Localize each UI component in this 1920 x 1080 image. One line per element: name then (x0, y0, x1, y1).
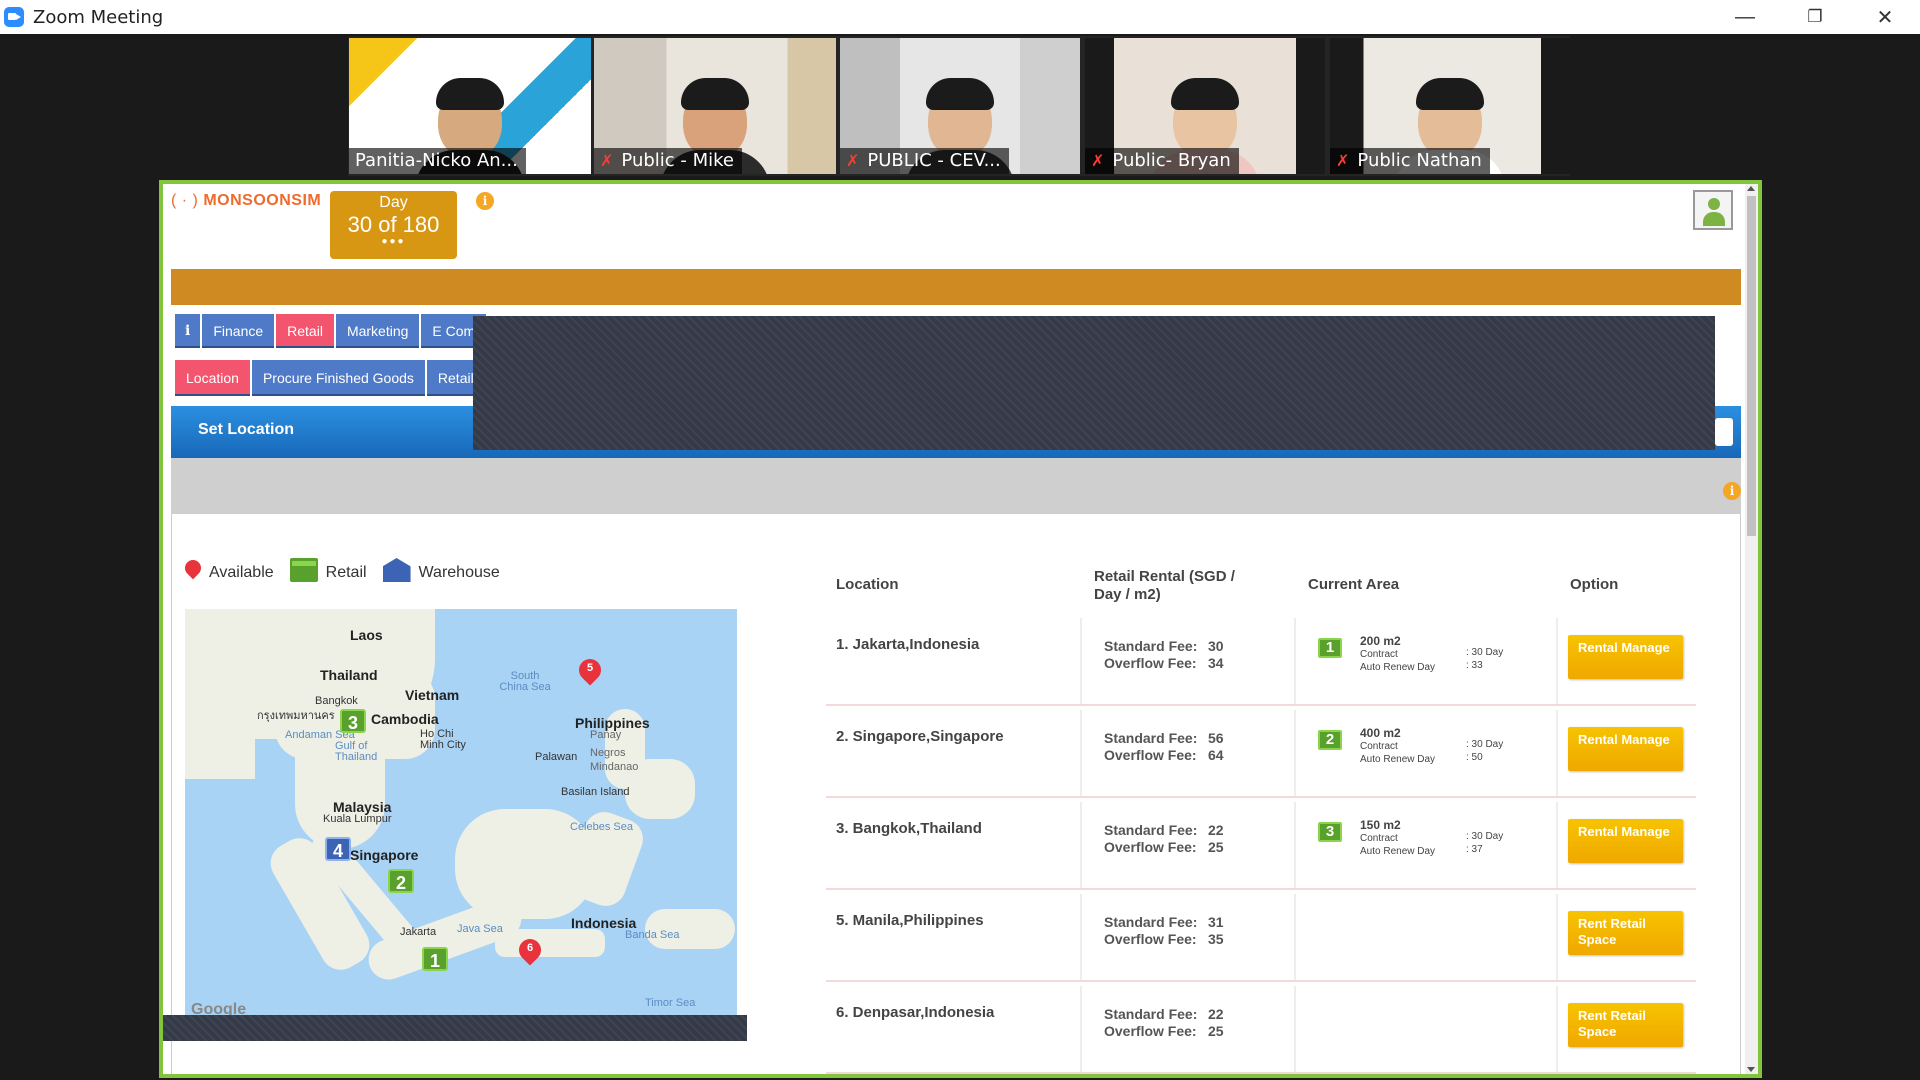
section-title: Set Location (198, 421, 295, 438)
info-icon[interactable]: i (1723, 482, 1741, 500)
close-button[interactable]: ✕ (1850, 0, 1920, 34)
vertical-scrollbar[interactable] (1745, 184, 1758, 1074)
mic-muted-icon: ✗ (1091, 151, 1105, 170)
table-header: Location Retail Rental (SGD / Day / m2) … (821, 558, 1701, 618)
tab-finance[interactable]: Finance (202, 314, 275, 348)
retail-area-icon: 2 (1318, 730, 1342, 750)
minimize-button[interactable]: — (1710, 0, 1780, 34)
retail-marker-2[interactable]: 2 (388, 869, 414, 893)
map-legend: Available Retail Warehouse (185, 558, 500, 582)
retail-store-icon (289, 558, 318, 582)
participant-name: Public - Mike (621, 150, 735, 171)
user-profile-icon[interactable] (1693, 190, 1733, 230)
redacted-region (163, 1015, 747, 1041)
table-row: 5. Manila,Philippines Standard Fee: 31 Ov… (826, 894, 1696, 982)
video-tile-nathan[interactable]: ✗ Public Nathan (1330, 38, 1570, 174)
monsoonsim-logo: ( · ) MONSOONSIM (171, 192, 322, 209)
table-row: 3. Bangkok,Thailand Standard Fee: 22 Over… (826, 802, 1696, 890)
col-rental: Retail Rental (SGD / Day / m2) (1094, 568, 1235, 603)
video-tile-mike[interactable]: ✗ Public - Mike (594, 38, 836, 174)
tab-location[interactable]: Location (175, 360, 250, 396)
available-pin-icon (185, 560, 201, 582)
zoom-titlebar: Zoom Meeting — ❐ ✕ (0, 0, 1920, 34)
video-tile-cev[interactable]: ✗ PUBLIC - CEV... (840, 38, 1080, 174)
tab-marketing[interactable]: Marketing (335, 314, 420, 348)
retail-area-icon: 1 (1318, 638, 1342, 658)
col-area: Current Area (1308, 576, 1400, 593)
col-location: Location (836, 576, 899, 593)
toolbar-band (171, 458, 1741, 514)
info-icon[interactable]: i (476, 192, 494, 210)
rent-retail-space-button[interactable]: Rent Retail Space (1568, 911, 1683, 955)
available-marker-5[interactable]: 5 (574, 654, 606, 689)
retail-area-icon: 3 (1318, 822, 1342, 842)
participant-name: Public- Bryan (1112, 150, 1231, 171)
table-row: 2. Singapore,Singapore Standard Fee: 56 O… (826, 710, 1696, 798)
shared-screen: ( · ) MONSOONSIM Day 30 of 180 ●●● i i F… (159, 180, 1762, 1078)
rent-retail-space-button[interactable]: Rent Retail Space (1568, 1003, 1683, 1047)
retail-marker-1[interactable]: 1 (422, 947, 448, 971)
rental-manage-button[interactable]: Rental Manage (1568, 819, 1683, 863)
warehouse-marker-4[interactable]: 4 (325, 837, 351, 861)
participant-name: Panitia-Nicko An... (349, 148, 526, 174)
status-bar (171, 269, 1741, 305)
day-counter[interactable]: Day 30 of 180 ●●● (330, 191, 457, 259)
rental-manage-button[interactable]: Rental Manage (1568, 635, 1683, 679)
tab-procure-finished-goods[interactable]: Procure Finished Goods (251, 360, 425, 396)
mic-muted-icon: ✗ (600, 151, 614, 170)
tab-info[interactable]: i (175, 314, 201, 348)
mic-muted-icon: ✗ (1336, 151, 1350, 170)
video-tile-nicko[interactable]: Panitia-Nicko An... (349, 38, 591, 174)
video-tile-bryan[interactable]: ✗ Public- Bryan (1085, 38, 1325, 174)
participant-name: PUBLIC - CEV... (867, 150, 1001, 171)
table-row: 1. Jakarta,Indonesia Standard Fee: 30 Ove… (826, 618, 1696, 706)
redacted-region (473, 316, 1715, 450)
table-row: 6. Denpasar,Indonesia Standard Fee: 22 Ov… (826, 986, 1696, 1074)
header-button[interactable] (1715, 418, 1733, 446)
sub-tabs: Location Procure Finished Goods Retail S (175, 360, 498, 396)
mic-muted-icon: ✗ (846, 151, 860, 170)
retail-marker-3[interactable]: 3 (340, 709, 366, 733)
monsoonsim-app: ( · ) MONSOONSIM Day 30 of 180 ●●● i i F… (163, 184, 1745, 1074)
col-option: Option (1570, 576, 1619, 593)
location-map[interactable]: Laos Thailand Vietnam South China Sea Ph… (185, 609, 737, 1019)
zoom-logo-icon (4, 7, 24, 27)
available-marker-6[interactable]: 6 (514, 934, 546, 969)
rental-manage-button[interactable]: Rental Manage (1568, 727, 1683, 771)
tab-retail[interactable]: Retail (276, 314, 334, 348)
warehouse-icon (382, 558, 411, 582)
restore-button[interactable]: ❐ (1780, 0, 1850, 34)
main-tabs: i Finance Retail Marketing E Com (175, 314, 487, 348)
window-title: Zoom Meeting (33, 6, 164, 28)
participant-name: Public Nathan (1357, 150, 1482, 171)
